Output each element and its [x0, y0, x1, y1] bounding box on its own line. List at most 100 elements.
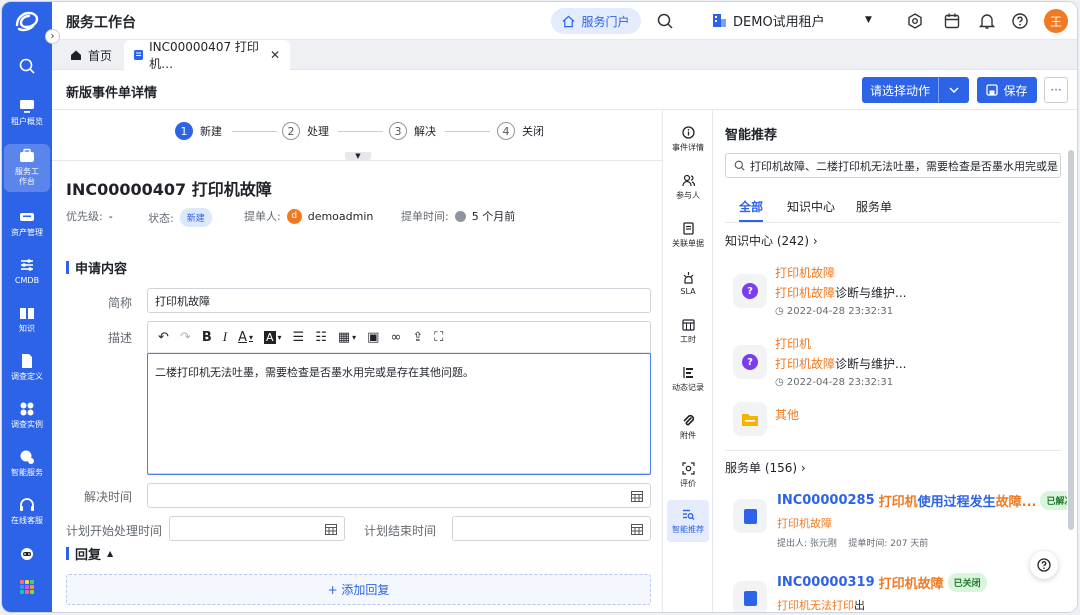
fullscreen-icon[interactable]: ⛶ [434, 330, 443, 345]
question-icon: ? [733, 345, 767, 379]
sidebar-item-service-workbench[interactable]: 服务工作台 [4, 144, 50, 192]
knowledge-time: ◷ 2022-04-28 23:32:31 [775, 306, 906, 317]
font-color-icon[interactable]: A ▾ [238, 330, 253, 345]
caret-down-icon[interactable]: ▼ [865, 15, 872, 25]
keyboard-icon [19, 209, 35, 225]
service-group-header[interactable]: 服务单 (156) › [725, 459, 806, 476]
tab-service-order[interactable]: 服务单 [856, 198, 892, 215]
sidebar-item-online-support[interactable]: 在线客服 [4, 493, 50, 537]
sidebar-item-robot[interactable] [4, 541, 50, 571]
tab-all[interactable]: 全部 [739, 198, 763, 215]
vtab-label: 评价 [680, 478, 696, 489]
sidebar-item-tenant-overview[interactable]: 租户概览 [4, 94, 50, 138]
calendar-icon[interactable] [943, 12, 961, 30]
bullet-list-icon[interactable]: ☰ [293, 330, 305, 345]
document-icon [19, 353, 35, 369]
list-item[interactable]: ? 打印机 打印机故障诊断与维护... ◷ 2022-04-28 23:32:3… [733, 335, 1053, 390]
vtab-event-detail[interactable]: 事件详情 [667, 118, 709, 160]
page-title: 新版事件单详情 [66, 82, 157, 101]
detail-vertical-tabs: 事件详情 参与人 关联单据 SLA 工时 动态记录 附件 评价 [662, 110, 713, 612]
description-textarea[interactable]: 二楼打印机无法吐墨，需要检查是否墨水用完或是存在其他问题。 [147, 353, 651, 475]
undo-icon[interactable]: ↶ [158, 330, 169, 345]
sidebar-item-apps[interactable] [4, 575, 50, 605]
plan-start-input[interactable] [169, 516, 345, 541]
resolve-time-input[interactable] [147, 483, 651, 508]
status-badge: 新建 [180, 208, 212, 227]
tenant-name: DEMO试用租户 [733, 11, 825, 30]
chevron-right-icon: › [51, 31, 55, 42]
plan-end-input[interactable] [452, 516, 651, 541]
step-label: 解决 [414, 123, 436, 139]
select-action-button[interactable]: 请选择动作 [862, 77, 969, 103]
sidebar-item-label: 调查实例 [11, 420, 43, 430]
tab-knowledge-center[interactable]: 知识中心 [787, 198, 835, 215]
paperclip-icon [682, 414, 695, 427]
user-avatar[interactable]: 王 [1044, 9, 1068, 33]
vtab-work-hours[interactable]: 工时 [667, 310, 709, 352]
sidebar-collapse-button[interactable]: › [45, 29, 60, 44]
vtab-rating[interactable]: 评价 [667, 454, 709, 496]
help-floating-button[interactable] [1030, 551, 1058, 579]
vtab-related-docs[interactable]: 关联单据 [667, 214, 709, 256]
reply-section-header[interactable]: 回复 ▲ [66, 544, 113, 563]
list-item[interactable]: INC00000285 打印机使用过程发生故障... 已解决 打印机故障 提出人… [733, 491, 1063, 551]
highlight-text: 打印机无法打印 [777, 599, 854, 612]
tab-home[interactable]: 首页 [60, 40, 122, 70]
sidebar-item-cmdb[interactable]: CMDB [4, 253, 50, 297]
document-icon [134, 49, 143, 61]
vtab-activity-log[interactable]: 动态记录 [667, 358, 709, 400]
more-button[interactable]: ··· [1044, 77, 1068, 103]
save-button[interactable]: 保存 [977, 77, 1037, 103]
chevron-down-icon[interactable] [939, 77, 969, 103]
redo-icon[interactable]: ↷ [180, 330, 191, 345]
rating-icon [682, 462, 695, 475]
upload-icon[interactable]: ⇪ [412, 330, 423, 345]
recommend-search-input[interactable]: 打印机故障、二楼打印机无法吐墨，需要检查是否墨水用完或是 [725, 153, 1061, 178]
bold-icon[interactable]: B [202, 330, 212, 345]
tenant-selector[interactable]: DEMO试用租户 [712, 11, 825, 30]
sidebar-item-label: 在线客服 [11, 516, 43, 526]
bell-icon[interactable] [978, 12, 996, 30]
tab-ticket-label: INC00000407 打印机… [149, 38, 260, 72]
submit-time-value: 5 个月前 [472, 208, 516, 224]
sidebar-item-knowledge[interactable]: 知识 [4, 301, 50, 345]
sidebar-item-survey-instance[interactable]: 调查实例 [4, 397, 50, 441]
numbered-list-icon[interactable]: ☷ [315, 330, 327, 345]
link-doc-icon [682, 222, 695, 235]
image-icon[interactable]: ▣ [367, 330, 379, 345]
vtab-smart-recommend[interactable]: 智能推荐 [667, 500, 709, 542]
sidebar-item-smart-service[interactable]: 智能服务 [4, 445, 50, 489]
editor-toolbar: ↶ ↷ B I A ▾ A▾ ☰ ☷ ▦▾ ▣ ∞ ⇪ ⛶ [148, 322, 650, 353]
vtab-participants[interactable]: 参与人 [667, 166, 709, 208]
tab-ticket[interactable]: INC00000407 打印机… ✕ [124, 40, 290, 70]
search-icon[interactable] [18, 57, 36, 75]
ticket-doc-icon [733, 581, 767, 613]
submitter-value[interactable]: demoadmin [308, 210, 374, 223]
add-reply-button[interactable]: + 添加回复 [66, 574, 651, 605]
link-icon[interactable]: ∞ [390, 330, 401, 345]
sidebar-item-survey-definition[interactable]: 调查定义 [4, 349, 50, 393]
knowledge-desc: 打印机故障诊断与维护... [775, 355, 906, 372]
ticket-detail-panel: 1新建 2处理 3解决 4关闭 ▼ INC00000407 打印机故障 优先级:… [52, 110, 662, 612]
sidebar-item-asset[interactable]: 资产管理 [4, 205, 50, 249]
short-name-input[interactable]: 打印机故障 [147, 288, 651, 313]
search-icon[interactable] [656, 12, 674, 30]
scrollbar[interactable] [1068, 150, 1074, 530]
table-icon[interactable]: ▦▾ [338, 330, 356, 345]
tab-home-label: 首页 [88, 47, 112, 64]
help-icon[interactable] [1011, 12, 1029, 30]
vtab-sla[interactable]: SLA [667, 262, 709, 304]
highlight-color-icon[interactable]: A▾ [264, 331, 282, 344]
app-window: 租户概览 服务工作台 资产管理 CMDB 知识 调查定义 调查实例 智能服务 [1, 1, 1078, 613]
list-item[interactable]: ? 打印机故障 打印机故障诊断与维护... ◷ 2022-04-28 23:32… [733, 264, 1053, 319]
list-item[interactable]: INC00000319 打印机故障 已关闭 打印机无法打印出 [733, 573, 1063, 613]
knowledge-group-header[interactable]: 知识中心 (242) › [725, 232, 818, 249]
close-icon[interactable]: ✕ [270, 48, 280, 62]
list-item[interactable]: 其他 [733, 398, 1053, 438]
settings-icon[interactable] [906, 12, 924, 30]
service-portal-button[interactable]: 服务门户 [551, 8, 641, 34]
vtab-attachments[interactable]: 附件 [667, 406, 709, 448]
italic-icon[interactable]: I [223, 329, 227, 345]
caret-down-icon[interactable]: ▼ [345, 152, 371, 160]
plan-start-label: 计划开始处理时间 [66, 522, 166, 539]
